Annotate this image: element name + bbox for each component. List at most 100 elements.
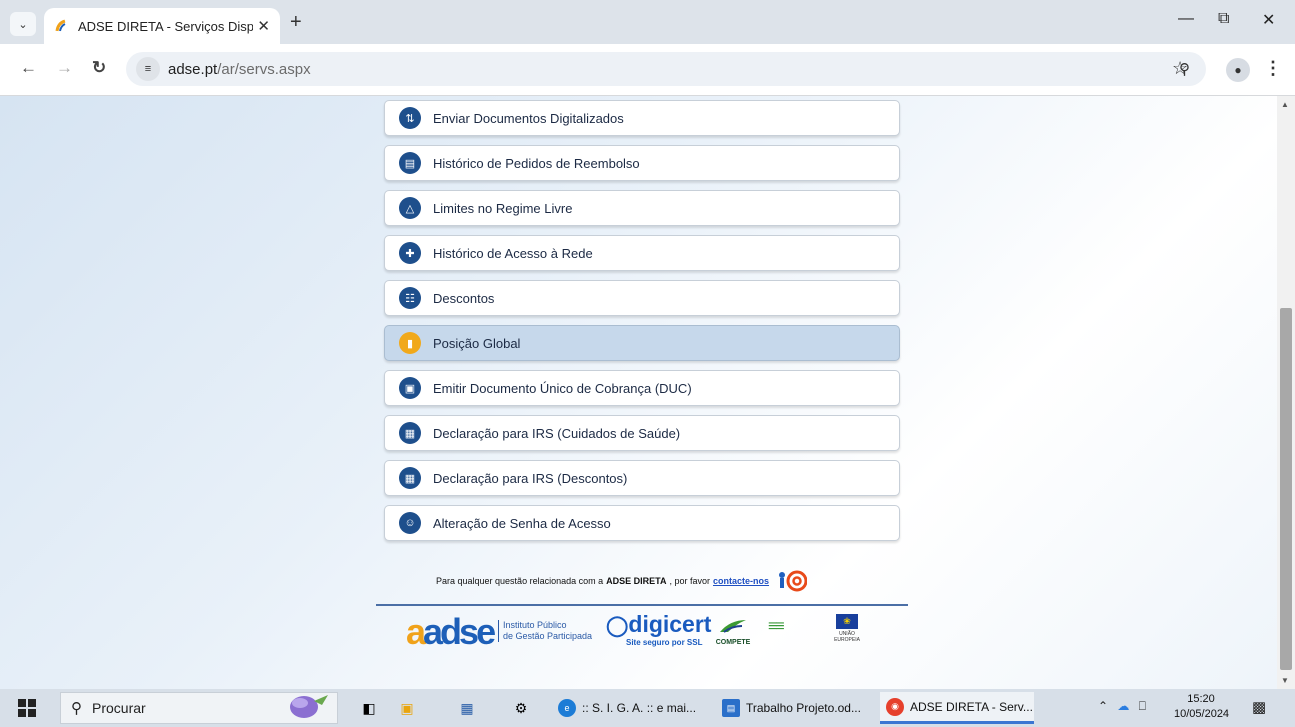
edge-browser-icon: e [558,699,576,717]
compete-swoosh-icon [720,620,746,633]
compete-text: COMPETE [715,639,751,646]
adse-favicon-icon [55,19,66,32]
digicert-subtitle: Site seguro por SSL [626,638,703,647]
tab-search-button[interactable]: ⌄ [10,12,36,36]
system-tray[interactable]: ⌃ ☁ ⎕ [1098,699,1146,714]
document-plus-icon: ✚ [399,242,421,264]
contact-link[interactable]: contacte-nos [713,576,769,586]
qren-mark: ≡≡ [768,618,785,635]
receipt-history-icon: ▤ [399,152,421,174]
adse-logo: aadse [406,611,496,652]
footer-divider [376,604,908,606]
contact-brand: ADSE DIRETA [606,576,667,586]
search-highlight-icon[interactable] [284,691,332,723]
profile-avatar-icon[interactable]: ● [1226,58,1250,82]
scroll-down-arrow-icon[interactable]: ▼ [1281,676,1289,685]
tax-document-icon: ▦ [399,467,421,489]
onedrive-icon[interactable]: ☁ [1117,699,1129,713]
menu-item-emitir-duc[interactable]: ▣ Emitir Documento Único de Cobrança (DU… [384,370,900,406]
browser-tab[interactable]: ADSE DIRETA - Serviços Disponí ✕ [44,8,280,44]
digicert-name: digicert [628,611,712,637]
chevron-up-icon[interactable]: ⌃ [1098,699,1108,713]
menu-item-label: Histórico de Acesso à Rede [433,245,593,261]
menu-item-label: Histórico de Pedidos de Reembolso [433,155,640,171]
menu-item-label: Limites no Regime Livre [433,200,573,216]
digicert-seal[interactable]: ◯digicert Site seguro por SSL [606,612,711,647]
menu-item-descontos[interactable]: ☷ Descontos [384,280,900,316]
close-window-icon[interactable]: ✕ [1262,10,1275,30]
upload-documents-icon: ⇅ [399,107,421,129]
file-explorer-icon[interactable]: ▣ [396,697,418,719]
reload-icon[interactable]: ↻ [92,58,106,78]
taskbar-app-edge[interactable]: e :: S. I. G. A. :: e mai... [552,692,706,724]
restore-icon[interactable]: ⧉ [1218,10,1229,28]
menu-item-label: Posição Global [433,335,521,351]
settings-gear-icon[interactable]: ⚙ [510,697,532,719]
chrome-browser-icon: ◉ [886,697,904,716]
adse-subtitle-line1: Instituto Público [503,620,567,630]
contact-at-icon[interactable] [775,570,808,592]
windows-start-icon[interactable] [18,699,36,717]
taskbar-app-writer[interactable]: ▤ Trabalho Projeto.od... [716,692,870,724]
minimize-icon[interactable]: — [1178,10,1194,28]
page-scrollbar[interactable]: ▲ ▼ [1277,96,1295,689]
taskbar-app-label: Trabalho Projeto.od... [746,701,861,715]
warning-triangle-icon: △ [399,197,421,219]
user-key-icon: ☺ [399,512,421,534]
search-placeholder: Procurar [92,700,146,716]
bar-chart-icon: ▮ [399,332,421,354]
eu-flag-icon: ❀ [836,614,858,629]
new-tab-button[interactable]: + [290,11,302,34]
browser-toolbar: ← → ↻ ≡ adse.pt/ar/servs.aspx ⚲ [0,44,1295,96]
menu-item-historico-acesso-rede[interactable]: ✚ Histórico de Acesso à Rede [384,235,900,271]
tab-title: ADSE DIRETA - Serviços Disponí [77,18,254,34]
forward-arrow-icon[interactable]: → [56,58,73,78]
contact-text-middle: , por favor [669,576,710,586]
invoice-icon: ▣ [399,377,421,399]
document-app-icon: ▤ [722,699,740,717]
bookmark-star-icon[interactable]: ☆ [1172,58,1188,79]
menu-item-limites-regime-livre[interactable]: △ Limites no Regime Livre [384,190,900,226]
taskbar-app-chrome[interactable]: ◉ ADSE DIRETA - Serv... [880,692,1034,724]
notifications-icon[interactable]: ▩ [1252,698,1266,716]
contact-text: Para qualquer questão relacionada com a [436,576,604,586]
address-bar[interactable]: ≡ adse.pt/ar/servs.aspx ⚲ [126,52,1206,86]
eu-text: UNIÃO EUROPEIA [834,631,860,643]
page-content: ⇅ Enviar Documentos Digitalizados ▤ Hist… [0,96,1277,689]
kebab-menu-icon[interactable]: ⋮ [1264,58,1282,79]
documents-icon: ☷ [399,287,421,309]
adse-subtitle-line2: de Gestão Participada [503,631,593,641]
adse-subtitle: Instituto Público de Gestão Participada [498,620,592,642]
menu-item-alteracao-senha[interactable]: ☺ Alteração de Senha de Acesso [384,505,900,541]
calculator-icon[interactable]: ▦ [456,697,478,719]
qren-logo: ≡≡ [768,618,785,636]
tab-strip: ⌄ ADSE DIRETA - Serviços Disponí ✕ + — ⧉… [0,0,1295,44]
menu-item-irs-descontos[interactable]: ▦ Declaração para IRS (Descontos) [384,460,900,496]
url-host: adse.pt [168,60,218,78]
taskbar-clock[interactable]: 15:20 10/05/2024 [1174,692,1230,722]
compete-logo: COMPETE [714,618,752,646]
clock-date: 10/05/2024 [1174,708,1230,720]
site-info-icon[interactable]: ≡ [136,57,160,81]
url-path: /ar/servs.aspx [217,60,311,78]
task-view-icon[interactable]: ◧ [358,697,380,719]
menu-item-label: Declaração para IRS (Cuidados de Saúde) [433,425,681,441]
menu-item-label: Descontos [433,290,495,306]
tax-document-icon: ▦ [399,422,421,444]
menu-item-label: Emitir Documento Único de Cobrança (DUC) [433,380,692,396]
eu-logo: ❀ UNIÃO EUROPEIA [826,614,868,643]
network-icon[interactable]: ⎕ [1139,699,1146,713]
scroll-up-arrow-icon[interactable]: ▲ [1281,100,1289,109]
windows-taskbar: ⚲ Procurar ◧ ▣ ▦ ⚙ e :: S. I. G. A. :: e… [0,689,1295,727]
menu-item-irs-cuidados-saude[interactable]: ▦ Declaração para IRS (Cuidados de Saúde… [384,415,900,451]
menu-item-enviar-documentos[interactable]: ⇅ Enviar Documentos Digitalizados [384,100,900,136]
search-icon: ⚲ [71,700,82,717]
menu-item-historico-reembolso[interactable]: ▤ Histórico de Pedidos de Reembolso [384,145,900,181]
taskbar-app-label: ADSE DIRETA - Serv... [910,699,1033,714]
menu-item-posicao-global[interactable]: ▮ Posição Global [384,325,900,361]
close-tab-icon[interactable]: ✕ [257,17,270,35]
back-arrow-icon[interactable]: ← [20,58,37,78]
partner-logos: aadse Instituto Público de Gestão Partic… [406,612,876,652]
chevron-down-icon: ⌄ [18,18,28,31]
scrollbar-thumb[interactable] [1280,308,1292,670]
